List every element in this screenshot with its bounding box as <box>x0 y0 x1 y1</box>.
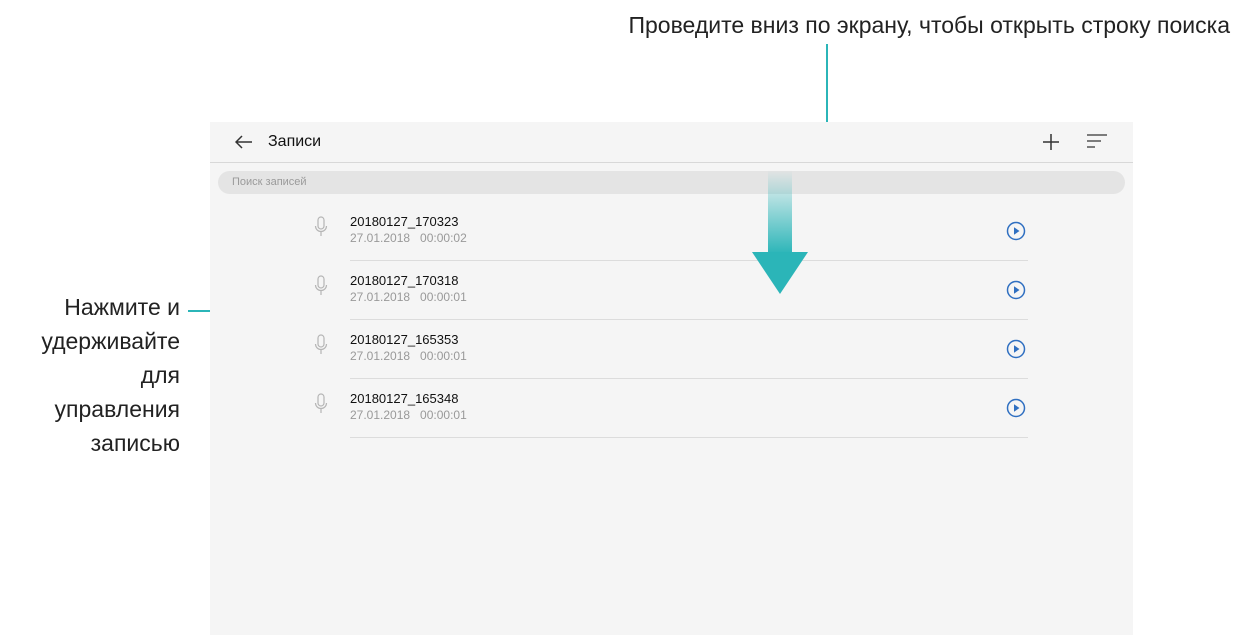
list-item[interactable]: 20180127_170323 27.01.2018 00:00:02 <box>310 202 1028 261</box>
microphone-icon <box>314 393 328 413</box>
record-meta: 27.01.2018 00:00:02 <box>350 231 467 245</box>
play-icon[interactable] <box>1006 398 1026 418</box>
record-name: 20180127_170323 <box>350 214 459 229</box>
play-icon[interactable] <box>1006 280 1026 300</box>
back-button[interactable] <box>232 130 256 154</box>
row-divider <box>350 437 1028 438</box>
list-item[interactable]: 20180127_165348 27.01.2018 00:00:01 <box>310 379 1028 438</box>
play-icon[interactable] <box>1006 221 1026 241</box>
callout-long-press-line-3: для <box>140 362 180 388</box>
callout-long-press: Нажмите и удерживайте для управления зап… <box>0 290 180 460</box>
app-header: Записи <box>210 122 1133 163</box>
record-name: 20180127_170318 <box>350 273 459 288</box>
microphone-icon <box>314 216 328 236</box>
page-title: Записи <box>268 133 322 150</box>
callout-long-press-line-4: управления <box>54 396 180 422</box>
sort-icon <box>1087 134 1107 148</box>
callout-long-press-line-5: записью <box>90 430 180 456</box>
record-meta: 27.01.2018 00:00:01 <box>350 408 467 422</box>
add-record-button[interactable] <box>1038 128 1064 156</box>
callout-long-press-line-2: удерживайте <box>41 328 180 354</box>
arrow-left-icon <box>235 135 252 149</box>
play-icon[interactable] <box>1006 339 1026 359</box>
microphone-icon <box>314 334 328 354</box>
record-name: 20180127_165353 <box>350 332 459 347</box>
plus-icon <box>1043 134 1059 150</box>
recordings-screen: Записи Поиск записей 20180127_170323 27.… <box>210 122 1133 635</box>
search-input[interactable]: Поиск записей <box>218 171 1125 194</box>
list-item[interactable]: 20180127_165353 27.01.2018 00:00:01 <box>310 320 1028 379</box>
record-meta: 27.01.2018 00:00:01 <box>350 349 467 363</box>
swipe-down-arrow-icon <box>752 170 808 294</box>
list-item[interactable]: 20180127_170318 27.01.2018 00:00:01 <box>310 261 1028 320</box>
microphone-icon <box>314 275 328 295</box>
record-name: 20180127_165348 <box>350 391 459 406</box>
callout-long-press-line-1: Нажмите и <box>64 294 180 320</box>
sort-button[interactable] <box>1086 132 1110 152</box>
callout-swipe-down: Проведите вниз по экрану, чтобы открыть … <box>628 12 1230 38</box>
annotated-screenshot: Проведите вниз по экрану, чтобы открыть … <box>0 0 1240 635</box>
record-meta: 27.01.2018 00:00:01 <box>350 290 467 304</box>
search-placeholder: Поиск записей <box>232 176 307 188</box>
